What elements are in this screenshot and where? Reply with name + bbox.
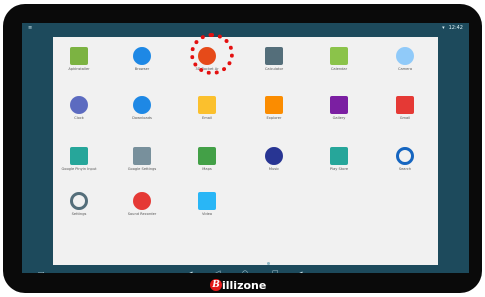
wifi-icon: ▾ bbox=[442, 25, 445, 31]
google-settings-icon bbox=[133, 147, 151, 165]
download-icon bbox=[133, 96, 151, 114]
brand-logo-mark: B bbox=[210, 279, 222, 291]
app-label: Downloads bbox=[132, 116, 152, 120]
status-icons: ▾ 12:42 bbox=[442, 25, 463, 31]
gmail-icon bbox=[396, 96, 414, 114]
app-label: Google Pinyin Input bbox=[61, 167, 97, 171]
search-icon bbox=[396, 147, 414, 165]
calendar-icon bbox=[330, 47, 348, 65]
app-downloads[interactable]: Downloads bbox=[112, 96, 172, 132]
globe-icon bbox=[133, 47, 151, 65]
app-apkinstaller[interactable]: ApkInstaller bbox=[49, 47, 109, 83]
volume-down-icon[interactable]: ◂ bbox=[189, 269, 193, 273]
navigation-bar: ▭ ◂ ◁ ○ □ ◂ bbox=[22, 267, 469, 273]
app-label: Sound Recorder bbox=[127, 212, 157, 216]
app-clock[interactable]: Clock bbox=[49, 96, 109, 132]
microphone-icon bbox=[133, 192, 151, 210]
gallery-icon bbox=[330, 96, 348, 114]
folder-icon bbox=[265, 96, 283, 114]
app-label: Camera bbox=[397, 67, 413, 71]
brand-logo-text: illizone bbox=[222, 279, 267, 292]
app-google-settings[interactable]: Google Settings bbox=[112, 147, 172, 183]
app-drawer: ApkInstaller Browser 3D Rocket Ar Calculato… bbox=[53, 37, 438, 265]
menu-icon[interactable]: ≡ bbox=[28, 25, 32, 31]
video-icon bbox=[198, 192, 216, 210]
app-camera[interactable]: Camera bbox=[375, 47, 435, 83]
page-indicator bbox=[267, 262, 270, 265]
android-icon bbox=[70, 47, 88, 65]
app-label: Gmail bbox=[399, 116, 411, 120]
app-gallery[interactable]: Gallery bbox=[309, 96, 369, 132]
highlight-annotation bbox=[190, 33, 234, 75]
app-video[interactable]: Video bbox=[177, 192, 237, 228]
status-time: 12:42 bbox=[448, 25, 463, 31]
app-label: Email bbox=[202, 116, 212, 120]
app-label: Play Store bbox=[329, 167, 349, 171]
app-label: Clock bbox=[74, 116, 84, 120]
app-sound-recorder[interactable]: Sound Recorder bbox=[112, 192, 172, 228]
app-label: Maps bbox=[202, 167, 212, 171]
home-icon[interactable]: ○ bbox=[242, 269, 248, 273]
app-label: Settings bbox=[71, 212, 87, 216]
app-label: Calendar bbox=[330, 67, 348, 71]
email-icon bbox=[198, 96, 216, 114]
app-google-pinyin-input[interactable]: Google Pinyin Input bbox=[49, 147, 109, 183]
app-label: Google Settings bbox=[127, 167, 157, 171]
app-label: Video bbox=[201, 212, 213, 216]
app-search[interactable]: Search bbox=[375, 147, 435, 183]
app-gmail[interactable]: Gmail bbox=[375, 96, 435, 132]
app-browser[interactable]: Browser bbox=[112, 47, 172, 83]
app-label: Search bbox=[398, 167, 412, 171]
app-email[interactable]: Email bbox=[177, 96, 237, 132]
app-settings[interactable]: Settings bbox=[49, 192, 109, 228]
app-label: Gallery bbox=[332, 116, 346, 120]
app-label: Explorer bbox=[266, 116, 282, 120]
screen: ≡ ▾ 12:42 ApkInstaller Browser 3D Rocket A… bbox=[22, 23, 469, 273]
keyboard-icon bbox=[70, 147, 88, 165]
app-label: ApkInstaller bbox=[68, 67, 90, 71]
back-icon[interactable]: ◁ bbox=[215, 269, 220, 273]
maps-icon bbox=[198, 147, 216, 165]
app-explorer[interactable]: Explorer bbox=[244, 96, 304, 132]
camera-icon bbox=[396, 47, 414, 65]
play-store-icon bbox=[330, 147, 348, 165]
settings-icon bbox=[70, 192, 88, 210]
clock-icon bbox=[70, 96, 88, 114]
app-label: Music bbox=[268, 167, 280, 171]
app-label: Browser bbox=[134, 67, 150, 71]
app-maps[interactable]: Maps bbox=[177, 147, 237, 183]
status-bar: ≡ ▾ 12:42 bbox=[22, 23, 469, 33]
app-calendar[interactable]: Calendar bbox=[309, 47, 369, 83]
calculator-icon bbox=[265, 47, 283, 65]
recents-icon[interactable]: □ bbox=[272, 269, 279, 273]
app-label: Calculator bbox=[264, 67, 284, 71]
app-calculator[interactable]: Calculator bbox=[244, 47, 304, 83]
app-music[interactable]: Music bbox=[244, 147, 304, 183]
volume-up-icon[interactable]: ◂ bbox=[299, 269, 303, 273]
app-play-store[interactable]: Play Store bbox=[309, 147, 369, 183]
screenshot-icon[interactable]: ▭ bbox=[38, 269, 45, 273]
music-icon bbox=[265, 147, 283, 165]
